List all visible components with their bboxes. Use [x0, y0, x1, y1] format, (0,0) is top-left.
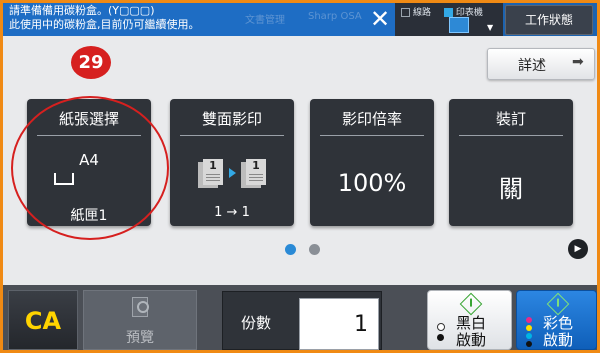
tile-divider — [320, 135, 424, 136]
line-label: 線路 — [413, 8, 432, 18]
preview-button[interactable]: 預覽 — [83, 290, 197, 350]
source-page-number: 1 — [209, 159, 217, 172]
bw-start-button[interactable]: 黑白 啟動 — [427, 290, 512, 350]
magenta-dot-icon — [526, 317, 532, 323]
paper-select-title: 紙張選擇 — [58, 110, 119, 128]
paper-tray-value: 紙匣1 — [70, 208, 108, 224]
top-bar: 文書管理 Sharp OSA 請準備備用碳粉盒。(Y▢▢▢) 此使用中的碳粉盒,… — [3, 3, 597, 36]
start-diamond-icon — [546, 292, 569, 316]
color-start-label-1: 彩色 — [543, 314, 574, 332]
document-source-icon: 1 — [203, 159, 223, 185]
tile-divider — [180, 135, 284, 136]
arrow-right-icon: ➡ — [572, 54, 584, 70]
staple-tile[interactable]: 裝訂 關 — [449, 99, 573, 226]
black-dot-icon — [526, 341, 532, 347]
copy-ratio-title: 影印倍率 — [341, 110, 402, 128]
color-start-button[interactable]: 彩色 啟動 — [516, 290, 597, 350]
duplex-copy-tile[interactable]: 雙面影印 1 → 1 — [170, 99, 294, 226]
close-icon[interactable]: ✕ — [369, 6, 391, 32]
notification-line-1: 請準備備用碳粉盒。(Y▢▢▢) — [9, 4, 155, 17]
document-output-icon: 1 — [246, 159, 266, 185]
paper-select-tile[interactable]: 紙張選擇 A4 紙匣1 — [27, 99, 151, 226]
ghost-app-label-1: 文書管理 — [245, 15, 285, 26]
paper-tray-icon — [54, 173, 74, 185]
white-dot-icon — [437, 323, 445, 331]
ghost-app-label-2: Sharp OSA — [308, 11, 362, 22]
output-page-number: 1 — [252, 159, 260, 172]
staple-title: 裝訂 — [495, 110, 526, 128]
black-dot-icon — [437, 334, 444, 341]
notification-line-2: 此使用中的碳粉盒,目前仍可繼續使用。 — [9, 18, 200, 31]
callout-number-badge: 29 — [71, 46, 111, 79]
clear-all-button[interactable]: CA — [8, 290, 78, 350]
copier-panel: 文書管理 Sharp OSA 請準備備用碳粉盒。(Y▢▢▢) 此使用中的碳粉盒,… — [0, 0, 600, 353]
bw-start-label-1: 黑白 — [456, 314, 487, 332]
next-page-icon[interactable]: ▶ — [568, 239, 588, 259]
color-start-label-2: 啟動 — [543, 331, 574, 349]
paper-size-value: A4 — [79, 151, 99, 169]
bw-start-label-2: 啟動 — [456, 331, 487, 349]
line-status: 線路 印表機 — [401, 5, 483, 18]
copy-ratio-tile[interactable]: 影印倍率 100% — [310, 99, 434, 226]
printer-icon[interactable] — [449, 17, 469, 33]
tile-divider — [459, 135, 563, 136]
line-indicator-icon — [401, 8, 410, 17]
device-status-area: 線路 印表機 ▼ — [395, 3, 503, 36]
start-diamond-icon — [459, 292, 482, 316]
dropdown-icon[interactable]: ▼ — [487, 23, 493, 32]
copy-ratio-value: 100% — [337, 169, 407, 197]
staple-value: 關 — [499, 175, 523, 203]
detail-button[interactable]: 詳述 ➡ — [487, 48, 595, 80]
arrow-right-icon — [229, 168, 236, 178]
duplex-copy-title: 雙面影印 — [201, 110, 262, 128]
detail-button-label: 詳述 — [518, 58, 546, 74]
duplex-mode-value: 1 → 1 — [214, 205, 250, 220]
magnifier-icon — [137, 301, 149, 313]
job-status-button[interactable]: 工作狀態 — [505, 5, 593, 35]
preview-label: 預覽 — [126, 330, 154, 346]
toner-notification: 文書管理 Sharp OSA 請準備備用碳粉盒。(Y▢▢▢) 此使用中的碳粉盒,… — [3, 3, 395, 36]
page-dot-2[interactable] — [309, 244, 320, 255]
tile-divider — [37, 135, 141, 136]
yellow-dot-icon — [526, 325, 532, 331]
copies-input[interactable]: 1 — [299, 298, 379, 350]
printer-indicator-icon — [443, 8, 453, 17]
copies-panel: 份數 1 — [222, 291, 382, 350]
copies-label: 份數 — [241, 314, 272, 332]
cyan-dot-icon — [526, 333, 532, 339]
page-dot-1[interactable] — [285, 244, 296, 255]
